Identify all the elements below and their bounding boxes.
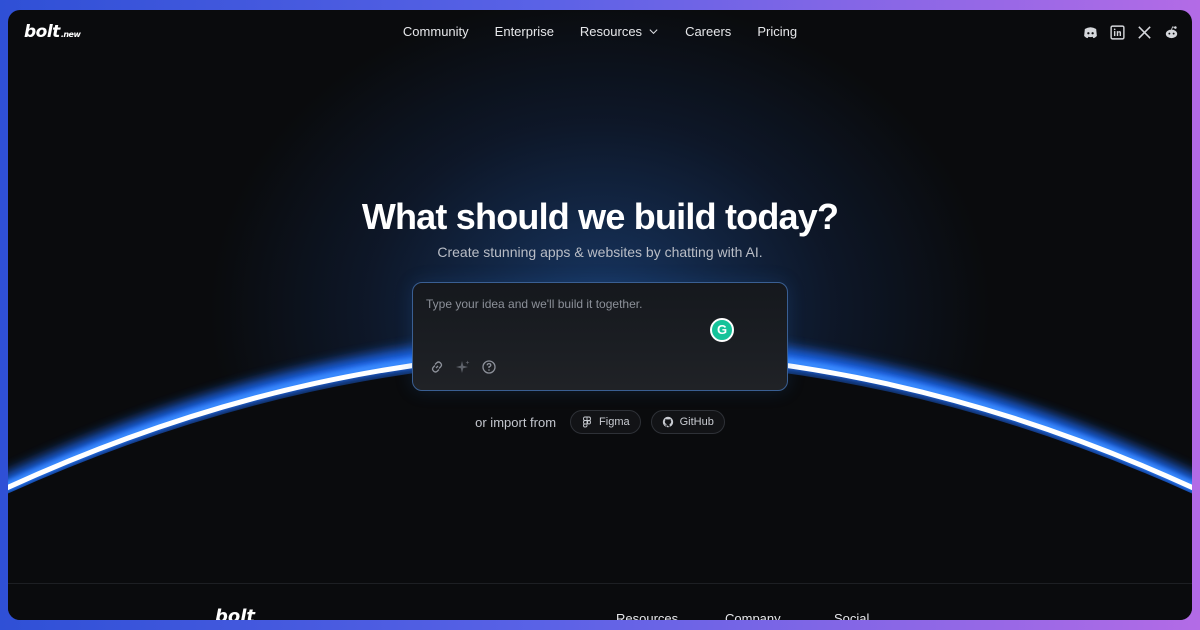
figma-label: Figma [599,416,630,428]
nav-resources-dropdown[interactable]: Resources [580,24,659,39]
hero-subtitle: Create stunning apps & websites by chatt… [437,244,763,260]
nav-enterprise-link[interactable]: Enterprise [495,24,554,39]
hero-title: What should we build today? [361,196,839,237]
footer-divider [8,583,1192,584]
prompt-toolbar [429,359,497,375]
top-nav: Community Enterprise Resources Careers P… [8,24,1192,39]
discord-icon[interactable] [1082,24,1099,41]
github-label: GitHub [679,416,714,428]
linkedin-icon[interactable] [1109,24,1126,41]
figma-import-button[interactable]: Figma [570,410,641,434]
import-row: or import from Figma GitHub [8,410,1192,434]
footer-col-social: Social [834,611,870,620]
nav-community-link[interactable]: Community [403,24,469,39]
nav-pricing-link[interactable]: Pricing [757,24,797,39]
help-icon[interactable] [481,359,497,375]
footer-col-resources: Resources [616,611,679,620]
figma-icon [583,416,591,428]
prompt-input[interactable]: Type your idea and we'll build it togeth… [426,297,642,311]
x-icon[interactable] [1136,24,1153,41]
link-icon[interactable] [429,359,445,375]
footer-col-company: Company [725,611,781,620]
nav-careers-link[interactable]: Careers [685,24,731,39]
nav-resources-label: Resources [579,24,643,39]
browser-viewport: bolt.new Community Enterprise Resources … [8,10,1192,620]
prompt-box[interactable]: Type your idea and we'll build it togeth… [412,282,788,391]
import-label: or import from [475,414,557,430]
social-links [1082,24,1180,41]
reddit-icon[interactable] [1163,24,1180,41]
footer-logo[interactable]: bolt [215,606,255,620]
sparkle-icon[interactable] [455,359,471,375]
chevron-down-icon [649,29,658,35]
github-import-button[interactable]: GitHub [650,410,725,434]
github-icon [662,416,673,428]
grammarly-icon[interactable]: G [710,318,734,342]
